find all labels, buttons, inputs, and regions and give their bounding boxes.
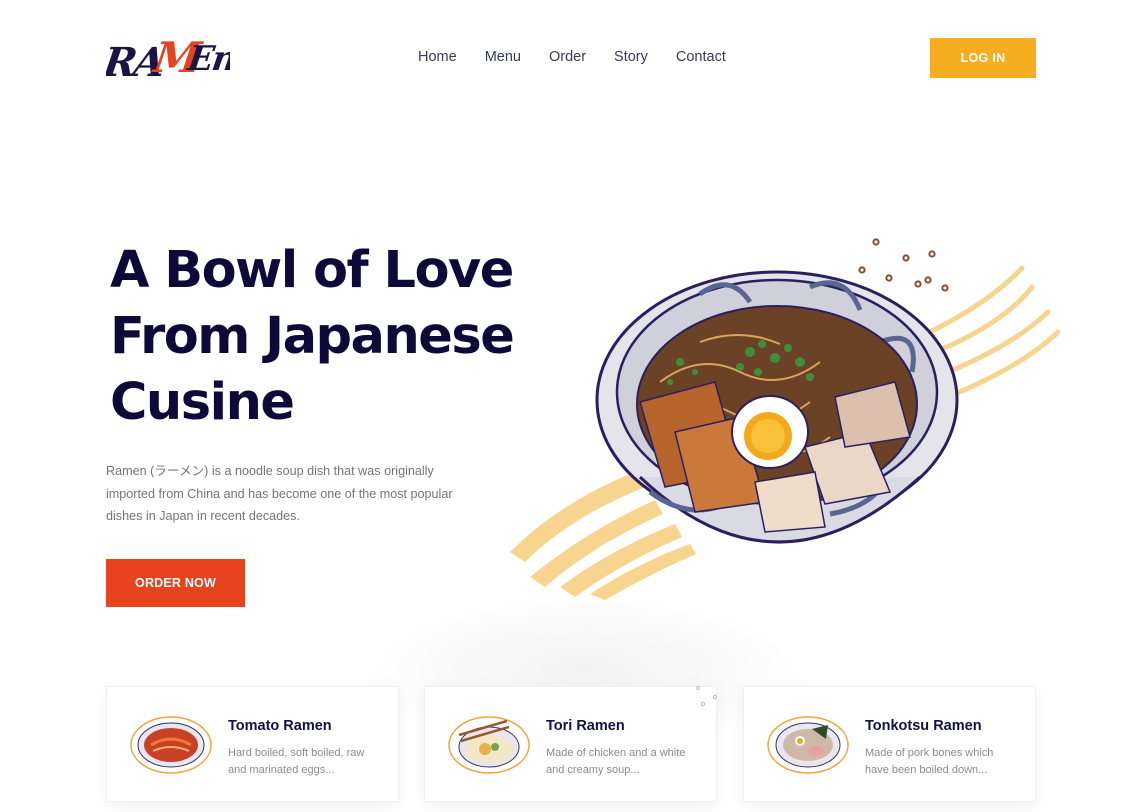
login-button[interactable]: LOG IN bbox=[930, 38, 1036, 78]
card-description: Hard boiled, soft boiled, raw and marina… bbox=[228, 747, 365, 776]
card-tomato-ramen[interactable]: Tomato Ramen Hard boiled, soft boiled, r… bbox=[106, 686, 399, 802]
card-tonkotsu-ramen[interactable]: Tonkotsu Ramen Made of pork bones which … bbox=[743, 686, 1036, 802]
ramen-logo[interactable]: RA M En bbox=[106, 32, 230, 84]
nav-story[interactable]: Story bbox=[614, 49, 648, 65]
nav-order[interactable]: Order bbox=[549, 49, 586, 65]
tomato-ramen-bowl-icon bbox=[130, 716, 212, 774]
card-title: Tonkotsu Ramen bbox=[865, 718, 982, 734]
hero-description: Ramen (ラーメン) is a noodle soup dish that … bbox=[106, 464, 453, 523]
decorative-dots bbox=[695, 685, 718, 707]
tori-ramen-bowl-icon bbox=[448, 716, 530, 774]
nav-menu[interactable]: Menu bbox=[485, 49, 521, 65]
ramen-bowl-illustration bbox=[510, 238, 1061, 600]
card-tori-ramen[interactable]: Tori Ramen Made of chicken and a white a… bbox=[424, 686, 717, 802]
order-now-button[interactable]: ORDER NOW bbox=[106, 559, 245, 607]
card-title: Tori Ramen bbox=[546, 718, 625, 734]
svg-text:En: En bbox=[184, 39, 230, 79]
card-description: Made of pork bones which have been boile… bbox=[865, 747, 994, 776]
tonkotsu-ramen-bowl-icon bbox=[767, 716, 849, 774]
nav-contact[interactable]: Contact bbox=[676, 49, 726, 65]
main-nav: Home Menu Order Story Contact bbox=[418, 49, 726, 65]
card-title: Tomato Ramen bbox=[228, 718, 332, 734]
nav-home[interactable]: Home bbox=[418, 49, 457, 65]
card-description: Made of chicken and a white and creamy s… bbox=[546, 747, 686, 776]
sesame-seeds bbox=[858, 238, 949, 292]
